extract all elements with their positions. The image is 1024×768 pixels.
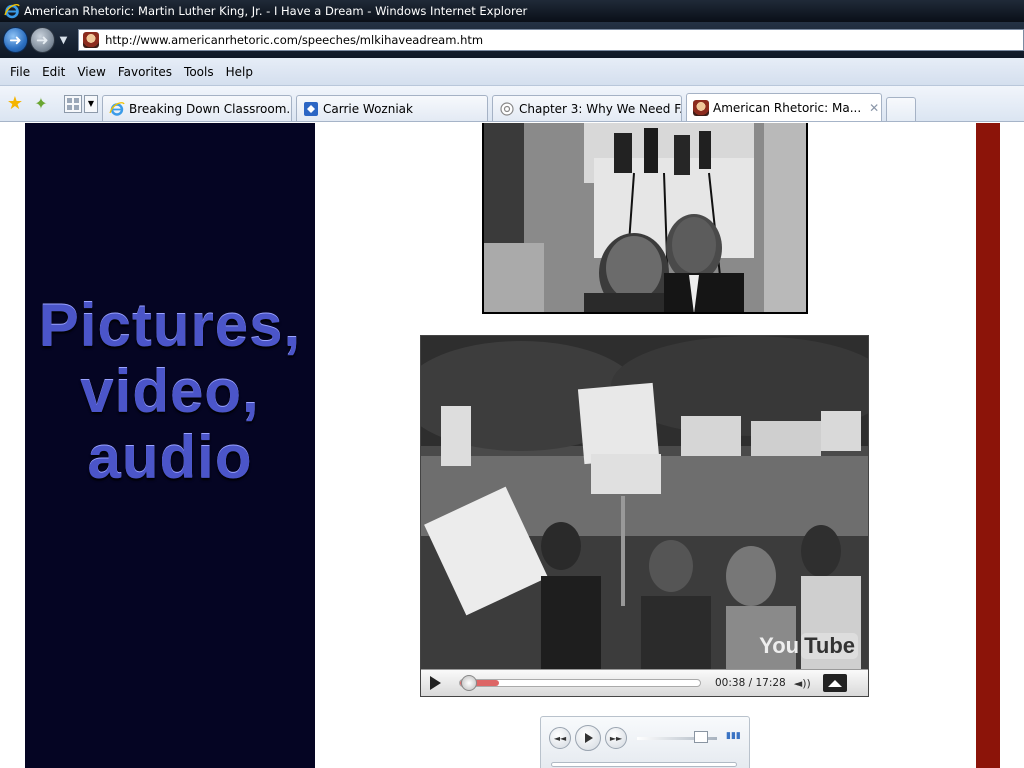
audio-seek-bar[interactable] — [551, 762, 737, 767]
menu-edit[interactable]: Edit — [36, 63, 71, 81]
close-tab-icon[interactable]: ✕ — [861, 101, 879, 115]
americanrhetoric-favicon — [693, 99, 709, 116]
tab-chapter-3[interactable]: Chapter 3: Why We Need F... — [492, 95, 682, 121]
video-controls: 00:38 / 17:28 ◄)) — [421, 669, 868, 696]
audio-rewind-button[interactable]: ◄◄ — [549, 727, 571, 749]
menu-view[interactable]: View — [71, 63, 111, 81]
menu-help[interactable]: Help — [220, 63, 259, 81]
right-red-bar — [976, 123, 1000, 768]
navigation-bar: ➜ ➜ ▼ http://www.americanrhetoric.com/sp… — [0, 22, 1024, 58]
favorites-tab-bar: ★ ✦ ▼ Breaking Down Classroom... Carrie … — [0, 86, 1024, 122]
url-input[interactable]: http://www.americanrhetoric.com/speeches… — [105, 33, 483, 47]
tab-label: Breaking Down Classroom... — [129, 101, 292, 116]
tab-label: Carrie Wozniak — [323, 101, 413, 116]
forward-arrow-icon: ➜ — [36, 31, 49, 49]
quick-tabs-button[interactable] — [64, 94, 82, 113]
right-margin — [1000, 123, 1024, 768]
tab-carrie-wozniak[interactable]: Carrie Wozniak — [296, 95, 488, 121]
favorites-center-star-icon[interactable]: ★ — [4, 93, 26, 114]
audio-play-button[interactable] — [575, 725, 601, 751]
tab-american-rhetoric[interactable]: American Rhetoric: Ma... ✕ — [686, 93, 882, 121]
video-play-button[interactable] — [421, 670, 449, 697]
video-seek-handle[interactable] — [461, 675, 477, 691]
web-page: Pictures, video, audio You Tube 00:38 / … — [0, 123, 1024, 768]
recent-pages-dropdown[interactable]: ▼ — [57, 35, 70, 46]
youtube-logo-you: You — [759, 633, 800, 658]
rewind-icon: ◄◄ — [553, 733, 567, 743]
internet-explorer-icon — [4, 4, 20, 19]
podium-photo — [482, 123, 808, 314]
play-icon — [429, 676, 441, 690]
forward-button[interactable]: ➜ — [29, 27, 55, 53]
play-icon — [585, 733, 593, 743]
video-frame[interactable]: You Tube — [421, 336, 868, 669]
youtube-video-player[interactable]: You Tube 00:38 / 17:28 ◄)) — [420, 335, 869, 697]
menu-favorites[interactable]: Favorites — [112, 63, 178, 81]
video-seek-bar[interactable] — [459, 675, 701, 691]
volume-icon[interactable]: ◄)) — [794, 677, 811, 690]
ie-page-icon — [109, 101, 125, 117]
eject-icon — [827, 679, 842, 687]
audio-forward-button[interactable]: ►► — [605, 727, 627, 749]
tab-breaking-down-classroom[interactable]: Breaking Down Classroom... — [102, 95, 292, 121]
youtube-logo-tube: Tube — [801, 633, 858, 659]
audio-player: ◄◄ ►► ▮▮▮ — [540, 716, 750, 768]
blue-square-icon — [303, 101, 319, 117]
circle-page-icon — [499, 101, 515, 117]
tab-list-dropdown[interactable]: ▼ — [84, 94, 98, 113]
back-arrow-icon: ➜ — [9, 31, 22, 49]
address-bar[interactable]: http://www.americanrhetoric.com/speeches… — [78, 29, 1024, 51]
menu-bar: File Edit View Favorites Tools Help — [0, 58, 1024, 86]
side-heading: Pictures, video, audio — [38, 292, 302, 491]
americanrhetoric-favicon — [83, 32, 100, 48]
title-bar: American Rhetoric: Martin Luther King, J… — [0, 0, 1024, 22]
back-button[interactable]: ➜ — [3, 27, 28, 53]
new-tab-button[interactable] — [886, 97, 916, 121]
tab-label: Chapter 3: Why We Need F... — [519, 101, 682, 116]
add-favorites-icon[interactable]: ✦ — [30, 94, 52, 113]
youtube-logo[interactable]: You Tube — [759, 633, 858, 659]
menu-tools[interactable]: Tools — [178, 63, 220, 81]
fast-forward-icon: ►► — [609, 733, 623, 743]
audio-volume-handle[interactable] — [694, 731, 708, 743]
menu-file[interactable]: File — [4, 63, 36, 81]
tab-label: American Rhetoric: Ma... — [713, 100, 862, 115]
video-time: 00:38 / 17:28 — [715, 677, 786, 689]
window-title: American Rhetoric: Martin Luther King, J… — [24, 4, 528, 18]
video-menu-button[interactable] — [822, 674, 847, 692]
volume-bars-icon: ▮▮▮ — [726, 731, 741, 741]
